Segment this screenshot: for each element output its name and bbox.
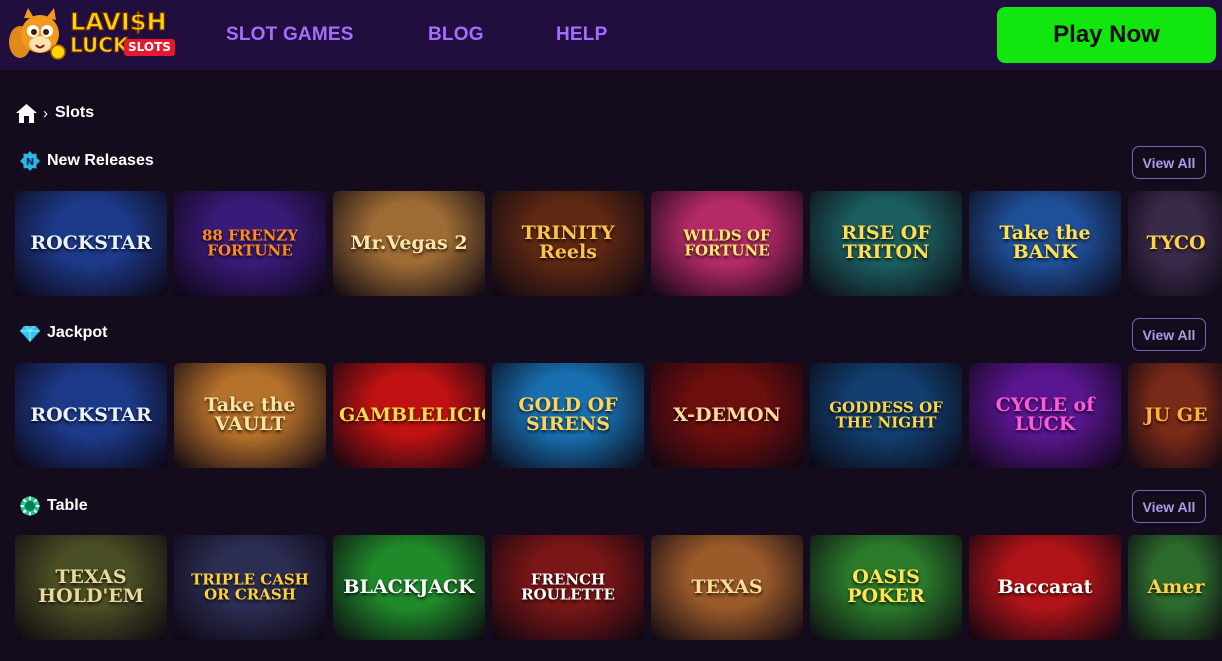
logo-slots-badge: SLOTS xyxy=(124,39,175,56)
section-header-table: Table xyxy=(20,495,88,517)
top-header: LAVI$H LUCK SLOTS SLOT GAMES BLOG HELP P… xyxy=(0,0,1222,70)
nav-help[interactable]: HELP xyxy=(556,24,607,46)
game-tile[interactable]: TEXAS xyxy=(651,535,803,640)
games-row-table: TEXAS HOLD'EM TRIPLE CASH OR CRASH BLACKJA… xyxy=(15,535,1222,641)
game-title: JU GE xyxy=(1144,403,1208,426)
game-title: GOLD OF SIRENS xyxy=(518,393,618,436)
game-title: ROCKSTAR xyxy=(30,231,152,254)
logo-text-line2: LUCK xyxy=(69,33,129,57)
game-title: TEXAS HOLD'EM xyxy=(38,565,144,608)
game-tile[interactable]: GODDESS OF THE NIGHT xyxy=(810,363,962,468)
breadcrumb-current: Slots xyxy=(55,104,95,121)
game-tile[interactable]: Amer xyxy=(1128,535,1222,640)
section-title: Jackpot xyxy=(47,324,108,341)
play-now-button[interactable]: Play Now xyxy=(997,7,1216,63)
game-tile[interactable]: OASIS POKER xyxy=(810,535,962,640)
home-icon[interactable] xyxy=(16,103,37,123)
game-title: 88 FRENZY FORTUNE xyxy=(201,225,298,260)
chevron-right-icon: › xyxy=(43,104,48,122)
game-tile[interactable]: ROCKSTAR xyxy=(15,363,167,468)
section-header-new-releases: N New Releases xyxy=(20,150,154,172)
game-tile[interactable]: 88 FRENZY FORTUNE xyxy=(174,191,326,296)
game-tile[interactable]: WILDS OF FORTUNE xyxy=(651,191,803,296)
game-tile[interactable]: ROCKSTAR xyxy=(15,191,167,296)
game-tile[interactable]: JU GE xyxy=(1128,363,1222,468)
game-title: WILDS OF FORTUNE xyxy=(683,225,771,260)
logo-text-line1: LAVI$H xyxy=(69,8,167,36)
game-tile[interactable]: TRINITY Reels xyxy=(492,191,644,296)
game-tile[interactable]: X-DEMON xyxy=(651,363,803,468)
game-title: OASIS POKER xyxy=(847,565,925,608)
site-logo[interactable]: LAVI$H LUCK SLOTS xyxy=(6,6,176,64)
game-title: RISE OF TRITON xyxy=(841,221,931,264)
game-title: Take the VAULT xyxy=(204,393,296,436)
game-title: Mr.Vegas 2 xyxy=(350,231,468,254)
game-tile[interactable]: TRIPLE CASH OR CRASH xyxy=(174,535,326,640)
diamond-icon xyxy=(20,325,40,342)
game-tile[interactable]: Mr.Vegas 2 xyxy=(333,191,485,296)
game-title: Take the BANK xyxy=(999,221,1091,264)
nav-blog[interactable]: BLOG xyxy=(428,24,484,46)
nav-slot-games[interactable]: SLOT GAMES xyxy=(226,24,354,46)
game-tile[interactable]: BLACKJACK xyxy=(333,535,485,640)
game-title: X-DEMON xyxy=(673,403,781,426)
section-title: Table xyxy=(47,497,88,514)
view-all-button[interactable]: View All xyxy=(1132,318,1206,351)
view-all-button[interactable]: View All xyxy=(1132,146,1206,179)
game-title: BLACKJACK xyxy=(343,575,475,598)
game-tile[interactable]: GAMBLELICIOUS xyxy=(333,363,485,468)
game-tile[interactable]: RISE OF TRITON xyxy=(810,191,962,296)
game-tile[interactable]: GOLD OF SIRENS xyxy=(492,363,644,468)
game-tile[interactable]: TEXAS HOLD'EM xyxy=(15,535,167,640)
game-title: TEXAS xyxy=(691,575,763,598)
game-title: Amer xyxy=(1147,575,1205,598)
game-title: TRINITY Reels xyxy=(521,221,615,264)
view-all-button[interactable]: View All xyxy=(1132,490,1206,523)
section-title: New Releases xyxy=(47,152,154,169)
game-title: FRENCH ROULETTE xyxy=(521,569,615,604)
game-title: TYCO xyxy=(1146,231,1206,254)
game-tile[interactable]: TYCO xyxy=(1128,191,1222,296)
game-title: CYCLE of LUCK xyxy=(995,393,1095,436)
game-title: Baccarat xyxy=(997,575,1093,598)
game-title: GODDESS OF THE NIGHT xyxy=(829,397,943,432)
games-row-new-releases: ROCKSTAR 88 FRENZY FORTUNE Mr.Vegas 2 TRINI… xyxy=(15,191,1222,297)
new-badge-icon: N xyxy=(20,151,40,171)
poker-chip-icon xyxy=(20,496,40,516)
section-header-jackpot: Jackpot xyxy=(20,322,107,344)
game-tile[interactable]: CYCLE of LUCK xyxy=(969,363,1121,468)
games-row-jackpot: ROCKSTAR Take the VAULT GAMBLELICIOUS GOLD … xyxy=(15,363,1222,469)
breadcrumb: › Slots xyxy=(16,102,94,124)
game-tile[interactable]: FRENCH ROULETTE xyxy=(492,535,644,640)
game-tile[interactable]: Take the VAULT xyxy=(174,363,326,468)
game-title: TRIPLE CASH OR CRASH xyxy=(191,569,309,604)
game-title: GAMBLELICIOUS xyxy=(339,403,485,426)
game-title: ROCKSTAR xyxy=(30,403,152,426)
squirrel-mascot-icon xyxy=(9,8,66,60)
svg-text:N: N xyxy=(26,157,34,168)
game-tile[interactable]: Baccarat xyxy=(969,535,1121,640)
game-tile[interactable]: Take the BANK xyxy=(969,191,1121,296)
